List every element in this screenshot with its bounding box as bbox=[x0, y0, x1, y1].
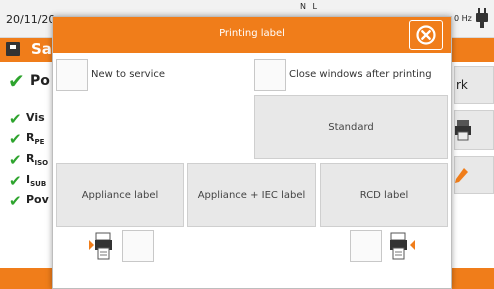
plug-icon bbox=[476, 8, 488, 28]
measurement-item: RPE bbox=[26, 131, 44, 146]
new-to-service-checkbox[interactable] bbox=[56, 59, 88, 91]
frequency-indicator: 0 Hz bbox=[454, 14, 472, 23]
item-subscript: SUB bbox=[30, 180, 47, 189]
status-date: 20/11/20 bbox=[6, 13, 56, 26]
measurement-item: RISO bbox=[26, 152, 48, 167]
measurement-item: Pov bbox=[26, 193, 49, 206]
item-subscript: ISO bbox=[34, 159, 49, 168]
measurement-item: Vis bbox=[26, 111, 45, 124]
dialog-title: Printing label bbox=[219, 28, 285, 39]
pencil-icon bbox=[455, 168, 468, 183]
right-label-checkbox[interactable] bbox=[350, 230, 382, 262]
side-button[interactable] bbox=[454, 156, 494, 194]
check-icon: ✔ bbox=[8, 69, 25, 93]
check-icon: ✔ bbox=[9, 110, 22, 128]
appliance-label-button[interactable]: Appliance label bbox=[56, 163, 184, 227]
check-icon: ✔ bbox=[9, 151, 22, 169]
check-icon: ✔ bbox=[9, 172, 22, 190]
appliance-label-button-label: Appliance label bbox=[81, 189, 159, 201]
check-icon: ✔ bbox=[9, 192, 22, 210]
standard-button[interactable]: Standard bbox=[254, 95, 448, 159]
measurement-item: ISUB bbox=[26, 173, 46, 188]
save-icon[interactable] bbox=[6, 42, 20, 56]
printer-icon bbox=[455, 120, 471, 141]
side-button-label: rk bbox=[456, 78, 468, 92]
rcd-label-button[interactable]: RCD label bbox=[320, 163, 448, 227]
item-subscript: PE bbox=[34, 138, 45, 147]
dialog-header: Printing label bbox=[53, 17, 451, 53]
left-label-checkbox[interactable] bbox=[122, 230, 154, 262]
printer-left-icon bbox=[89, 232, 112, 260]
printing-label-dialog: Printing label New to service Close wind… bbox=[52, 16, 452, 289]
new-to-service-label: New to service bbox=[91, 69, 166, 80]
screen-title: Sa bbox=[31, 40, 52, 58]
close-circle-icon bbox=[416, 25, 436, 45]
close-after-printing-checkbox[interactable] bbox=[254, 59, 286, 91]
item-name: Vis bbox=[26, 111, 45, 124]
standard-button-label: Standard bbox=[328, 121, 374, 133]
appliance-iec-label-button[interactable]: Appliance + IEC label bbox=[187, 163, 316, 227]
appliance-iec-label-button-label: Appliance + IEC label bbox=[197, 189, 306, 201]
side-button[interactable] bbox=[454, 110, 494, 150]
nl-indicator: N L bbox=[300, 2, 319, 11]
result-text: Po bbox=[30, 73, 50, 89]
close-button[interactable] bbox=[409, 20, 443, 50]
item-name: Pov bbox=[26, 193, 49, 206]
check-icon: ✔ bbox=[9, 130, 22, 148]
rcd-label-button-label: RCD label bbox=[359, 189, 409, 201]
close-after-printing-label: Close windows after printing bbox=[289, 69, 432, 80]
printer-right-icon bbox=[390, 232, 415, 260]
